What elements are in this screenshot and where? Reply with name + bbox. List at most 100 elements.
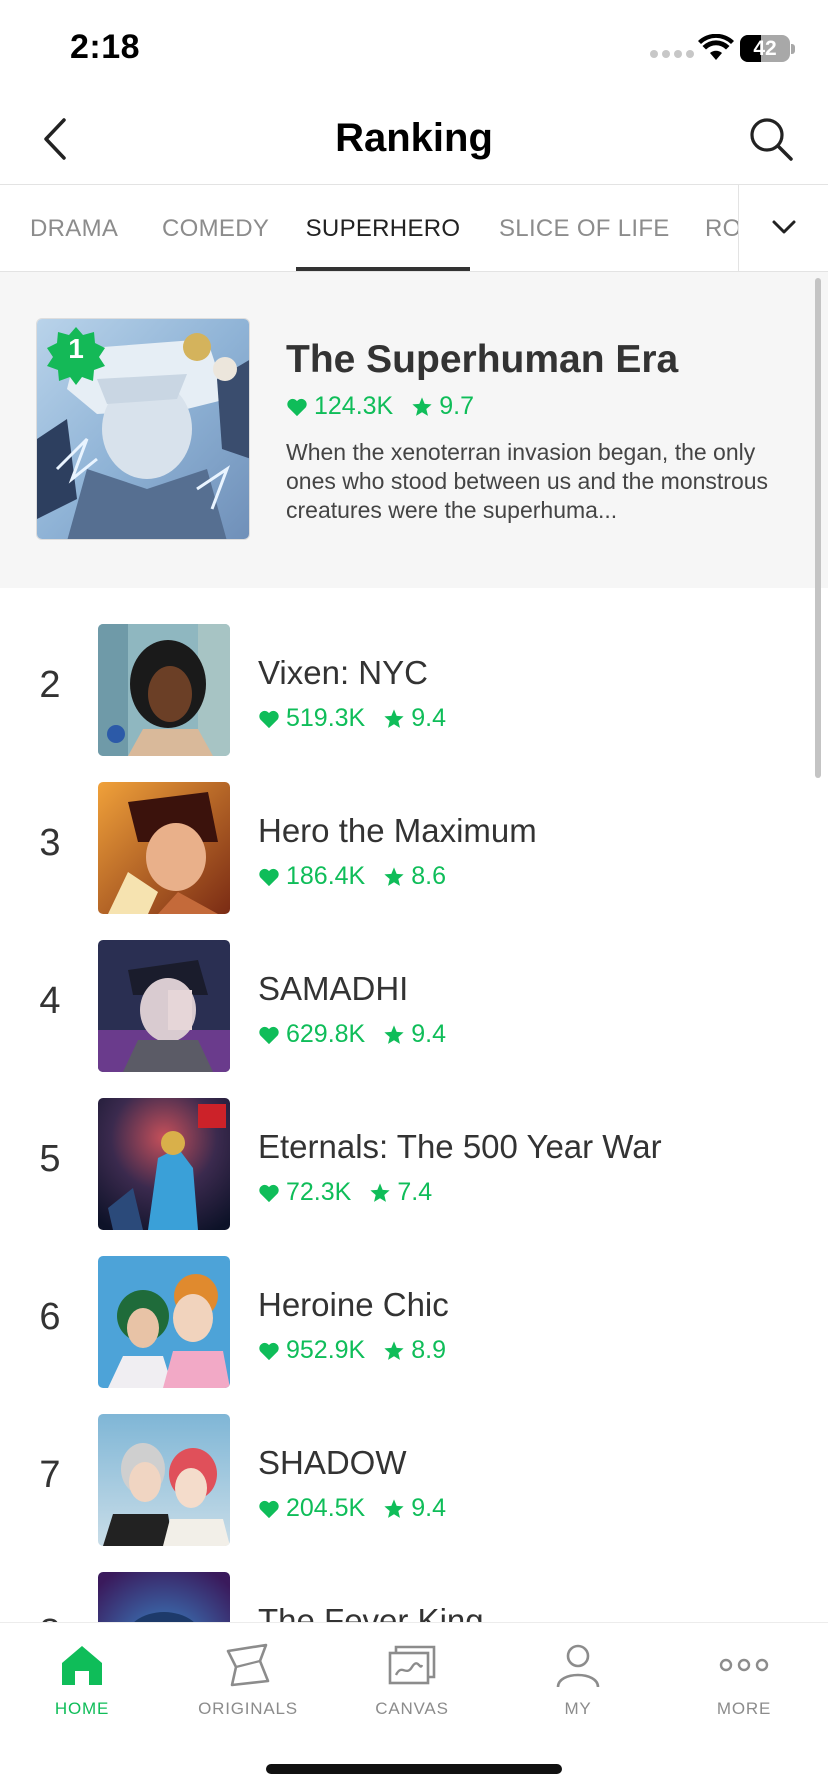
item-likes: 72.3K: [286, 1178, 352, 1206]
cover-image: [98, 624, 230, 756]
tab-comedy[interactable]: COMEDY: [162, 185, 269, 271]
cover-image: [98, 1098, 230, 1230]
list-item[interactable]: 3 Hero the Maximum 186.4K 8.6: [0, 782, 828, 914]
tab-superhero[interactable]: SUPERHERO: [296, 185, 470, 271]
heart-icon: [287, 398, 307, 416]
star-icon: [384, 1498, 404, 1518]
item-rating: 9.4: [411, 1494, 447, 1522]
cover-image: [98, 1414, 230, 1546]
item-stats: 204.5K 9.4: [258, 1494, 464, 1523]
status-bar: 2:18 42: [0, 0, 828, 96]
item-title: Vixen: NYC: [258, 654, 428, 691]
page-title: Ranking: [335, 116, 493, 160]
item-rating: 8.6: [411, 862, 447, 890]
item-title: Eternals: The 500 Year War: [258, 1128, 662, 1165]
item-rating: 8.9: [411, 1336, 447, 1364]
item-rating: 7.4: [397, 1178, 433, 1206]
item-stats: 186.4K 8.6: [258, 862, 464, 891]
star-icon: [384, 708, 404, 728]
list-item[interactable]: 2 Vixen: NYC 519.3K 9.4: [0, 624, 828, 756]
heart-icon: [259, 1342, 279, 1360]
heart-icon: [259, 1026, 279, 1044]
item-likes: 186.4K: [286, 862, 366, 890]
home-indicator: [266, 1764, 562, 1774]
nav-my[interactable]: MY: [508, 1641, 648, 1719]
item-likes: 952.9K: [286, 1336, 366, 1364]
featured-title: The Superhuman Era: [286, 338, 679, 381]
rank-number: 6: [39, 1296, 61, 1338]
featured-cover-image: 1: [36, 318, 250, 540]
expand-tabs-button[interactable]: [738, 185, 828, 271]
cover-image: [98, 782, 230, 914]
heart-icon: [259, 710, 279, 728]
tab-romance-truncated[interactable]: RO: [705, 185, 742, 271]
item-likes: 204.5K: [286, 1494, 366, 1522]
rank-number: 5: [39, 1138, 61, 1180]
home-icon: [62, 1646, 102, 1685]
genre-tabs: DRAMA COMEDY SUPERHERO SLICE OF LIFE RO: [0, 184, 828, 272]
list-item[interactable]: 6 Heroine Chic 952.9K 8.9: [0, 1256, 828, 1388]
featured-likes: 124.3K: [314, 392, 394, 420]
heart-icon: [259, 868, 279, 886]
tab-slice-of-life[interactable]: SLICE OF LIFE: [499, 185, 670, 271]
more-icon: [719, 1658, 769, 1672]
item-rating: 9.4: [411, 1020, 447, 1048]
item-title: Hero the Maximum: [258, 812, 537, 849]
star-icon: [384, 1024, 404, 1044]
nav-label: HOME: [54, 1699, 110, 1718]
star-icon: [384, 1340, 404, 1360]
battery-cap: [791, 44, 795, 54]
featured-description: When the xenoterran invasion began, the …: [286, 439, 769, 523]
nav-more[interactable]: MORE: [674, 1641, 814, 1719]
cover-image: [98, 940, 230, 1072]
scrollbar[interactable]: [815, 278, 821, 778]
nav-originals[interactable]: ORIGINALS: [178, 1641, 318, 1719]
heart-icon: [259, 1500, 279, 1518]
status-time: 2:18: [70, 28, 141, 66]
star-icon: [412, 396, 432, 416]
item-likes: 629.8K: [286, 1020, 366, 1048]
heart-icon: [259, 1184, 279, 1202]
search-icon[interactable]: [748, 116, 794, 162]
active-tab-indicator: [296, 267, 470, 271]
nav-label: CANVAS: [375, 1699, 449, 1718]
item-title: SAMADHI: [258, 970, 409, 1007]
rank-number: 7: [39, 1454, 61, 1496]
item-likes: 519.3K: [286, 704, 366, 732]
nav-canvas[interactable]: CANVAS: [342, 1641, 482, 1719]
item-title: Heroine Chic: [258, 1286, 449, 1323]
item-stats: 952.9K 8.9: [258, 1336, 464, 1365]
nav-label: MY: [564, 1699, 592, 1718]
list-item[interactable]: 4 SAMADHI 629.8K 9.4: [0, 940, 828, 1072]
likes-stat: 124.3K: [286, 392, 393, 421]
canvas-icon: [388, 1645, 436, 1685]
item-stats: 72.3K 7.4: [258, 1178, 450, 1207]
originals-icon: [226, 1643, 270, 1687]
rank-number: 3: [39, 822, 61, 864]
cellular-signal-icon: [650, 50, 694, 58]
battery-icon: 42: [740, 35, 790, 62]
chevron-down-icon: [772, 220, 796, 234]
star-icon: [384, 866, 404, 886]
rating-stat: 9.7: [411, 392, 474, 421]
tab-drama[interactable]: DRAMA: [30, 185, 118, 271]
list-item[interactable]: 5 Eternals: The 500 Year War 72.3K 7.4: [0, 1098, 828, 1230]
item-stats: 629.8K 9.4: [258, 1020, 464, 1049]
item-rating: 9.4: [411, 704, 447, 732]
cover-image: [98, 1256, 230, 1388]
featured-stats: 124.3K 9.7: [286, 392, 492, 421]
battery-level: 42: [753, 37, 777, 60]
list-item[interactable]: 7 SHADOW 204.5K 9.4: [0, 1414, 828, 1546]
rank-number: 4: [39, 980, 61, 1022]
star-icon: [370, 1182, 390, 1202]
nav-label: ORIGINALS: [198, 1699, 298, 1718]
nav-home[interactable]: HOME: [12, 1641, 152, 1719]
featured-rank-1[interactable]: 1 The Superhuman Era 124.3K 9.7 When the…: [0, 272, 828, 588]
profile-icon: [556, 1644, 600, 1688]
nav-label: MORE: [716, 1699, 772, 1718]
header: Ranking: [0, 96, 828, 184]
wifi-icon: [698, 34, 734, 60]
item-stats: 519.3K 9.4: [258, 704, 464, 733]
item-title: SHADOW: [258, 1444, 407, 1481]
featured-rating: 9.7: [439, 392, 475, 420]
